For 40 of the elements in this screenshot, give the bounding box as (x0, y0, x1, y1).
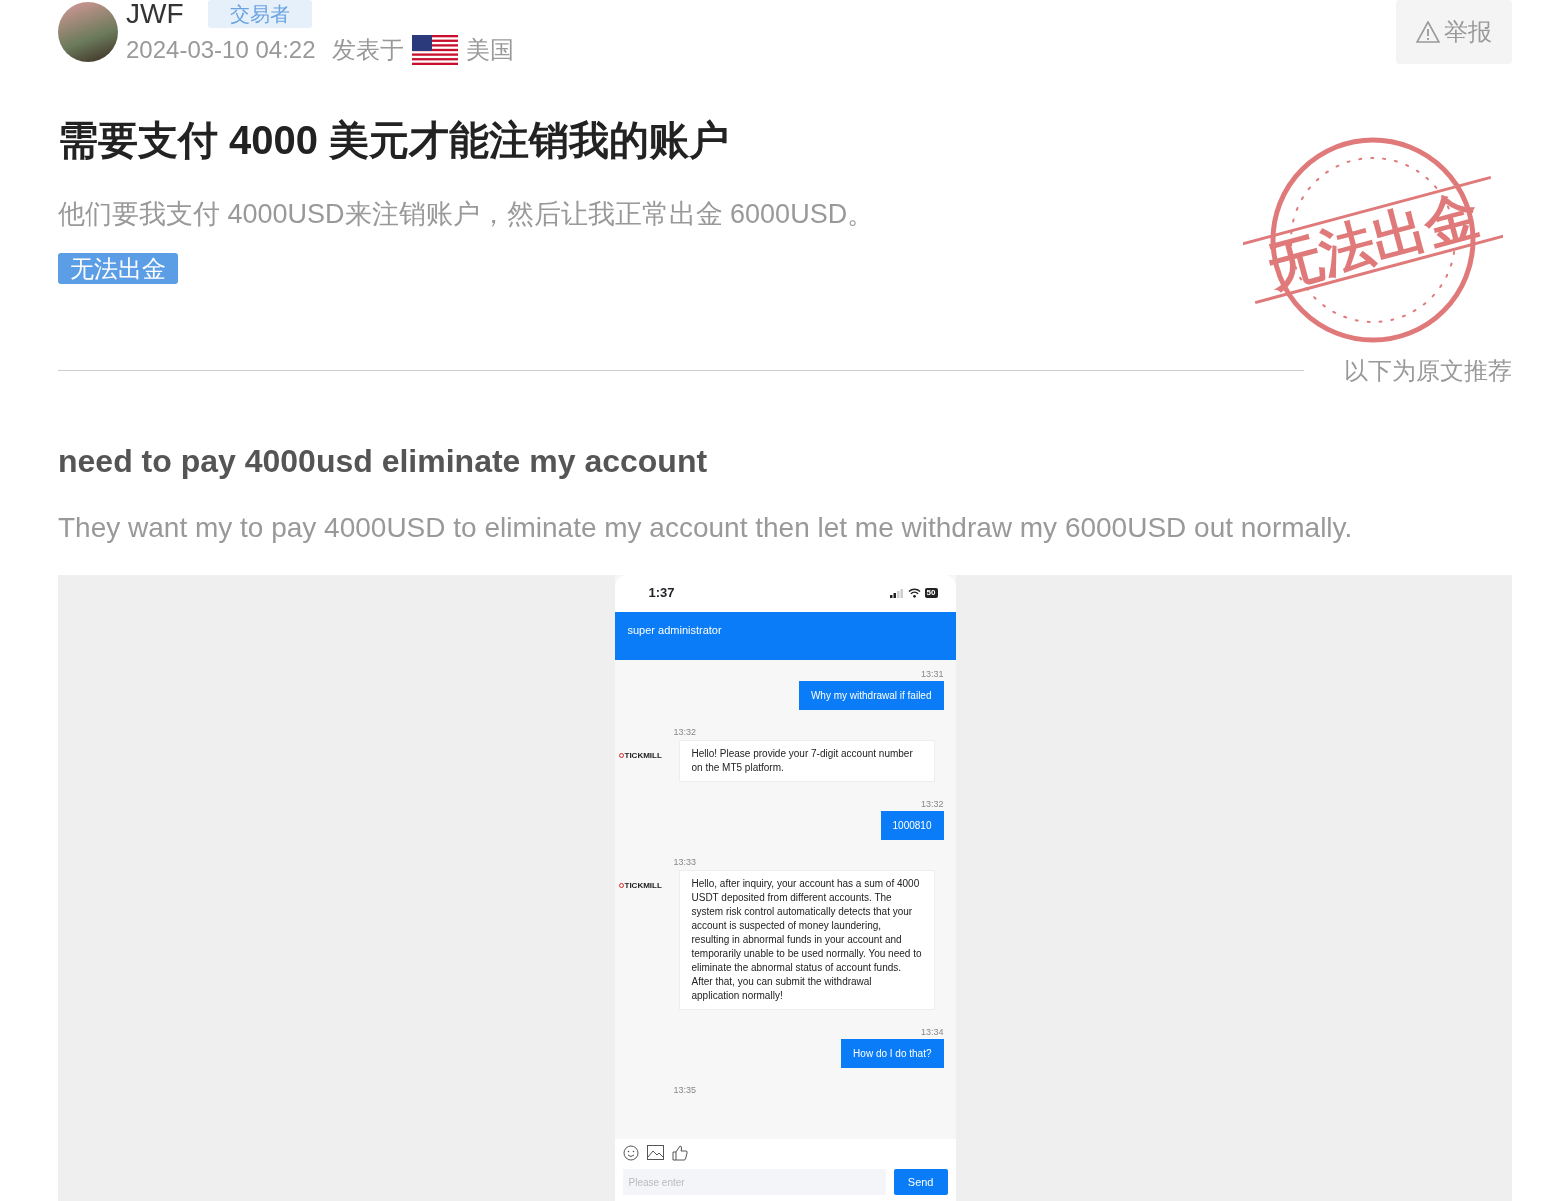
message-time: 13:33 (673, 856, 698, 869)
received-message: Hello! Please provide your 7-digit account number on the MT5 platform. (678, 739, 935, 782)
avatar-circle[interactable] (58, 2, 118, 62)
message-time: 13:34 (920, 1025, 944, 1039)
send-button[interactable]: Send (893, 1169, 948, 1195)
battery-level: 50 (924, 588, 938, 598)
post-summary: 他们要我支付 4000USD来注销账户，然后让我正常出金 6000USD。 (58, 198, 875, 231)
author-name[interactable]: JWF (126, 0, 184, 28)
warning-icon (1416, 21, 1440, 43)
sent-message: Why my withdrawal if failed (798, 681, 944, 710)
message-time: 13:35 (673, 1084, 698, 1097)
logo-icon (618, 753, 624, 758)
image-icon[interactable] (646, 1145, 664, 1160)
sent-message: How do I do that? (841, 1039, 944, 1068)
chat-title: super administrator (614, 611, 956, 660)
message-time: 13:31 (920, 667, 944, 681)
status-clock: 1:37 (648, 584, 675, 603)
flag-icon (411, 35, 458, 65)
thumbs-up-icon[interactable] (671, 1145, 688, 1161)
wifi-icon (907, 588, 921, 598)
section-label: 以下为原文推荐 (1344, 355, 1512, 386)
received-message: Hello, after inquiry, your account has a sum of 4000 USDT deposited from different accounts. The system risk control automatically detects that your account is suspected of money laundering, resulting in abnormal funds in your account and temporarily unable to be used normally. You need to eliminate the abnormal status of account funds. After that, you can submit the withdrawal application normally! (678, 869, 935, 1010)
logo-icon (618, 883, 624, 888)
status-tag: 无法出金 (58, 252, 178, 284)
country-name: 美国 (465, 35, 514, 65)
signal-icon (889, 588, 904, 598)
message-input[interactable]: Please enter (622, 1169, 886, 1195)
logo-text: TICKMILL (624, 749, 662, 762)
sent-message: 1000810 (880, 811, 944, 840)
post-time: 2024-03-10 04:22 (126, 35, 316, 65)
message-time: 13:32 (673, 726, 698, 739)
logo-text: TICKMILL (624, 879, 662, 892)
message-time: 13:32 (920, 797, 944, 811)
report-button[interactable]: 举报 (1396, 0, 1512, 64)
original-title: need to pay 4000usd eliminate my account (58, 441, 709, 481)
posted-label: 发表于 (331, 35, 404, 65)
original-body: They want my to pay 4000USD to eliminate my account then let me withdraw my 6000USD out normally. (58, 510, 1354, 545)
emoji-icon[interactable] (622, 1145, 639, 1161)
role-badge: 交易者 (207, 0, 312, 28)
post-title: 需要支付 4000 美元才能注销我的账户 (58, 117, 731, 164)
